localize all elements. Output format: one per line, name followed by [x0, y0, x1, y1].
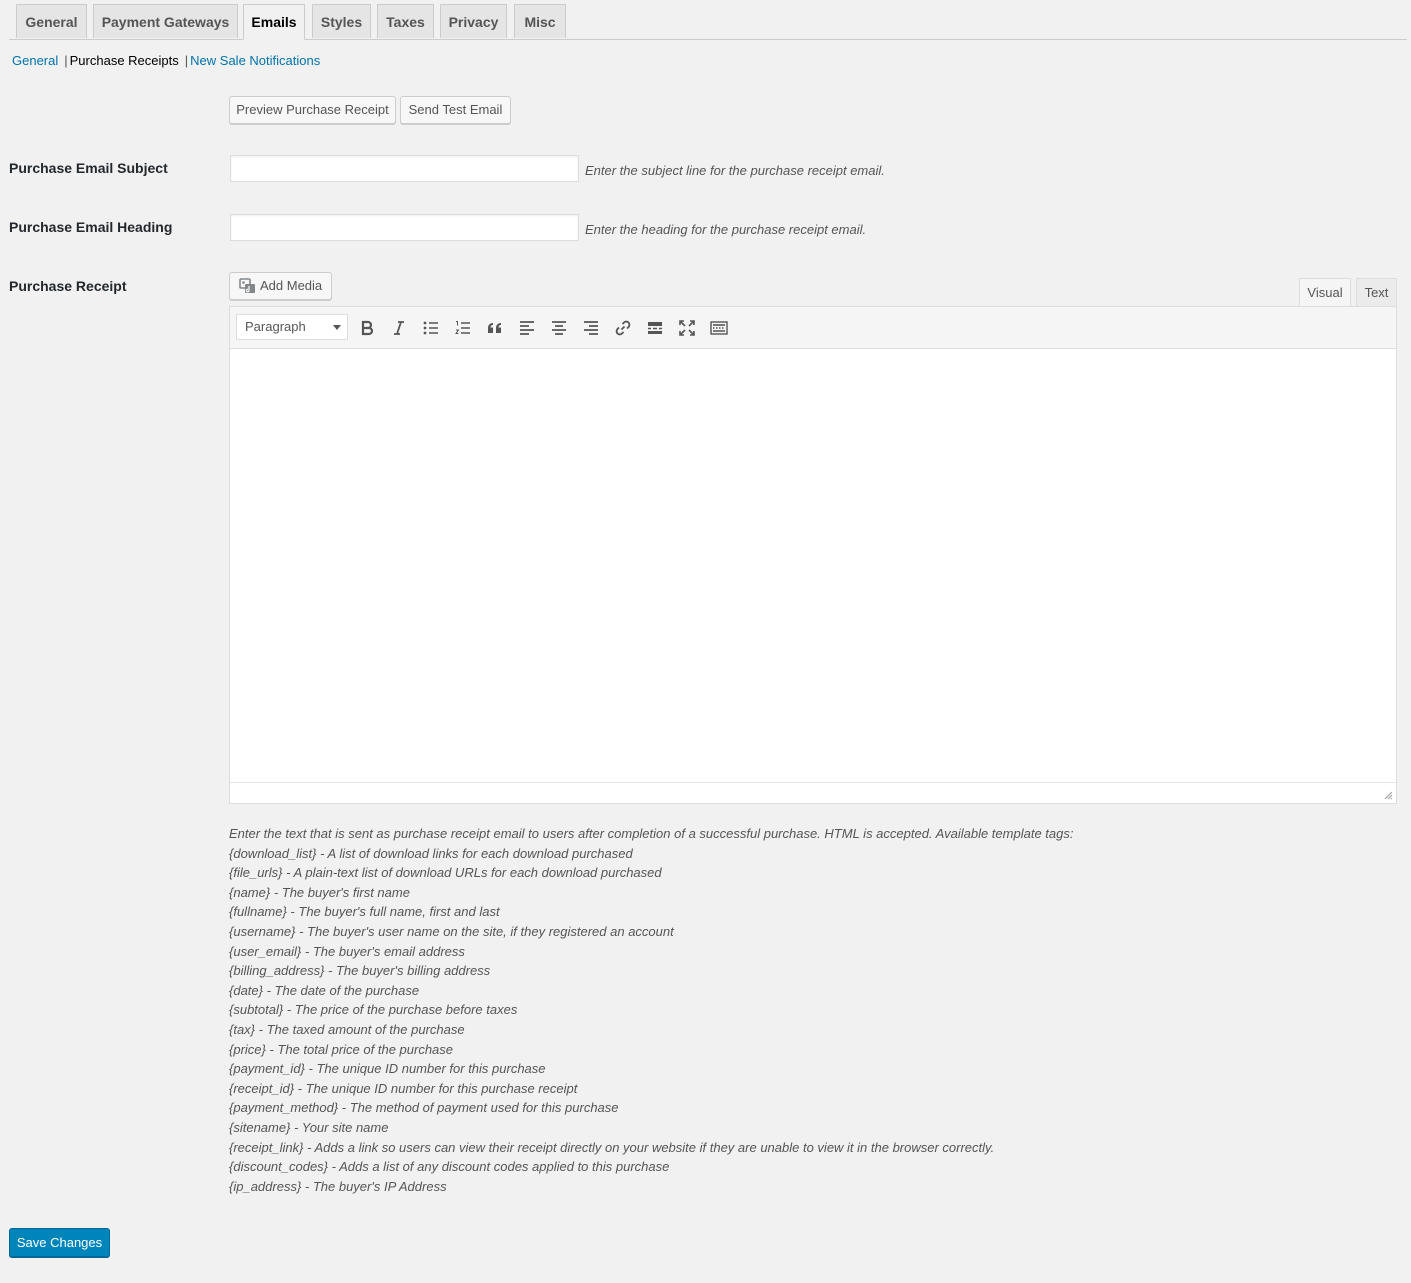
template-tag-line: {receipt_link} - Adds a link so users ca… — [229, 1139, 995, 1155]
italic-icon — [394, 321, 404, 335]
format-select[interactable]: Paragraph — [236, 314, 348, 340]
template-tag-line: {tax} - The taxed amount of the purchase — [229, 1021, 465, 1037]
tab-emails[interactable]: Emails — [243, 4, 305, 40]
tab-styles[interactable]: Styles — [312, 4, 371, 38]
numbered-list-icon — [455, 321, 470, 334]
link-icon — [615, 320, 631, 336]
align-center-icon — [552, 321, 566, 335]
purchase-email-subject-label: Purchase Email Subject — [9, 160, 168, 176]
bullet-list-icon — [423, 321, 438, 335]
subnav-new-sale-notifications-link[interactable]: New Sale Notifications — [190, 53, 320, 68]
template-tag-line: {name} - The buyer's first name — [229, 884, 410, 900]
purchase-email-heading-input[interactable] — [230, 214, 579, 241]
align-right-icon — [584, 321, 598, 335]
subnav-general-link[interactable]: General — [12, 53, 58, 68]
tab-misc[interactable]: Misc — [514, 4, 566, 38]
align-left-icon — [520, 321, 534, 335]
template-tag-line: {receipt_id} - The unique ID number for … — [229, 1080, 578, 1096]
template-tag-line: {billing_address} - The buyer's billing … — [229, 963, 491, 979]
resize-handle-icon[interactable] — [1384, 791, 1393, 800]
template-tags-description: Enter the text that is sent as purchase … — [229, 824, 1389, 1196]
align-left-button[interactable] — [515, 316, 539, 340]
toolbar-toggle-button[interactable] — [707, 316, 731, 340]
subnav-purchase-receipts: Purchase Receipts — [69, 53, 179, 68]
template-tag-line: {date} - The date of the purchase — [229, 982, 420, 998]
editor-content-area[interactable] — [230, 349, 1396, 782]
template-tag-line: {sitename} - Your site name — [229, 1119, 389, 1135]
tab-privacy[interactable]: Privacy — [440, 4, 507, 38]
purchase-email-heading-hint: Enter the heading for the purchase recei… — [585, 222, 867, 237]
add-media-icon — [239, 278, 255, 293]
bold-icon — [361, 320, 374, 336]
template-tag-line: {discount_codes} - Adds a list of any di… — [229, 1159, 670, 1175]
subnav-separator: | — [184, 53, 189, 68]
tab-taxes[interactable]: Taxes — [377, 4, 434, 38]
blockquote-button[interactable] — [483, 316, 507, 340]
template-tag-line: {fullname} - The buyer's full name, firs… — [229, 904, 500, 920]
description-intro: Enter the text that is sent as purchase … — [229, 826, 1074, 841]
numbered-list-button[interactable] — [451, 316, 475, 340]
editor-tab-visual[interactable]: Visual — [1299, 278, 1351, 308]
purchase-email-heading-label: Purchase Email Heading — [9, 219, 173, 235]
bullet-list-button[interactable] — [419, 316, 443, 340]
email-subnav: General | Purchase Receipts | New Sale Notif… — [12, 53, 320, 69]
toolbar-toggle-icon — [710, 321, 728, 335]
italic-button[interactable] — [387, 316, 411, 340]
template-tag-line: {subtotal} - The price of the purchase b… — [229, 1002, 518, 1018]
add-media-label: Add Media — [260, 278, 323, 293]
add-media-button[interactable]: Add Media — [229, 272, 332, 300]
tab-general[interactable]: General — [16, 4, 87, 38]
template-tag-line: {username} - The buyer's user name on th… — [229, 923, 674, 939]
settings-nav-tabs: General Payment Gateways Emails Styles T… — [9, 4, 1407, 40]
template-tag-line: {payment_method} - The method of payment… — [229, 1100, 619, 1116]
read-more-icon — [648, 322, 662, 334]
save-changes-button[interactable]: Save Changes — [9, 1228, 110, 1257]
read-more-button[interactable] — [643, 316, 667, 340]
format-select-value: Paragraph — [245, 319, 306, 334]
editor-status-bar — [230, 782, 1396, 803]
fullscreen-button[interactable] — [675, 316, 699, 340]
preview-purchase-receipt-button[interactable]: Preview Purchase Receipt — [229, 96, 396, 124]
purchase-receipt-label: Purchase Receipt — [9, 278, 127, 294]
template-tag-line: {download_list} - A list of download lin… — [229, 845, 633, 861]
subnav-separator: | — [64, 53, 68, 68]
align-right-button[interactable] — [579, 316, 603, 340]
chevron-down-icon — [333, 325, 341, 330]
insert-link-button[interactable] — [611, 316, 635, 340]
purchase-email-subject-input[interactable] — [230, 155, 579, 182]
editor-toolbar: Paragraph — [230, 307, 1396, 349]
template-tag-line: {price} - The total price of the purchas… — [229, 1041, 454, 1057]
template-tag-line: {ip_address} - The buyer's IP Address — [229, 1178, 447, 1194]
purchase-receipt-editor: Paragraph — [229, 306, 1397, 804]
purchase-email-subject-hint: Enter the subject line for the purchase … — [585, 163, 885, 178]
template-tag-line: {payment_id} - The unique ID number for … — [229, 1061, 546, 1077]
blockquote-icon — [488, 323, 501, 333]
send-test-email-button[interactable]: Send Test Email — [400, 96, 511, 124]
template-tag-line: {user_email} - The buyer's email address — [229, 943, 465, 959]
template-tag-line: {file_urls} - A plain-text list of downl… — [229, 865, 662, 881]
tab-payment-gateways[interactable]: Payment Gateways — [93, 4, 238, 38]
align-center-button[interactable] — [547, 316, 571, 340]
editor-tab-text[interactable]: Text — [1356, 278, 1397, 307]
fullscreen-icon — [679, 320, 695, 336]
bold-button[interactable] — [355, 316, 379, 340]
